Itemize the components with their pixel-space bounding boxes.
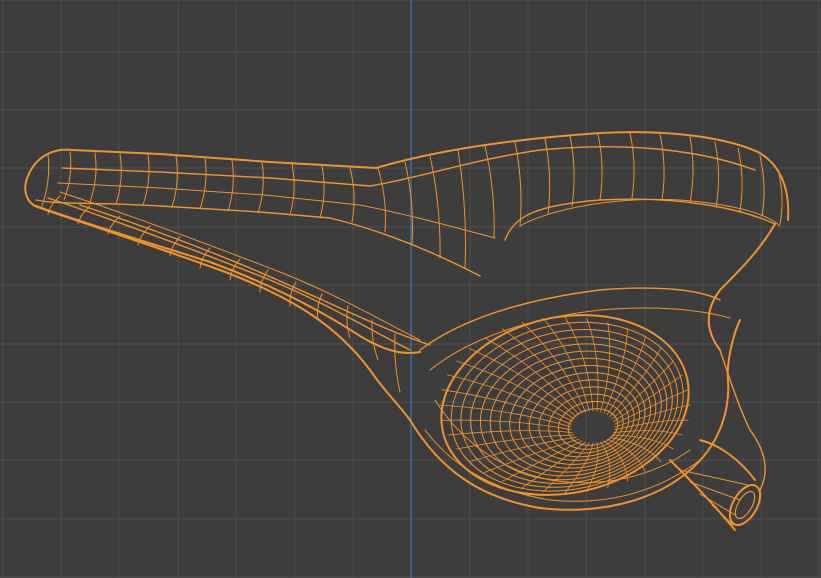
3d-viewport[interactable] [0,0,821,578]
viewport-canvas[interactable] [0,0,821,578]
